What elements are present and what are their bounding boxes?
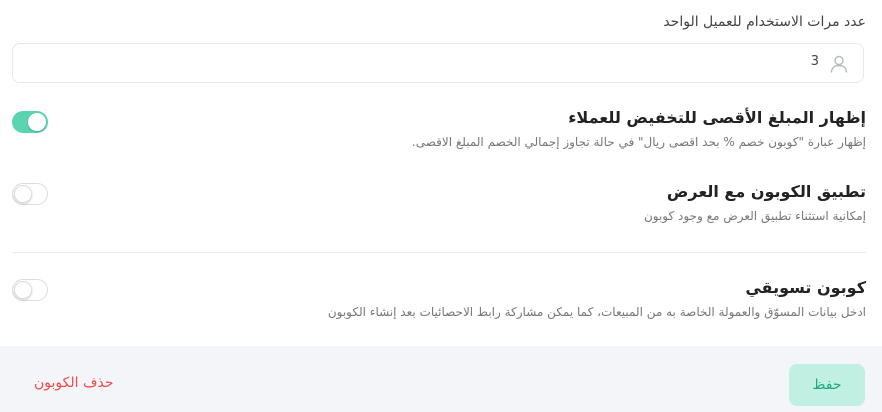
marketing-coupon-toggle[interactable]: [12, 279, 48, 301]
setting-description: ادخل بيانات المسوّق والعمولة الخاصة به م…: [327, 305, 866, 319]
setting-description: إظهار عبارة "كوبون خصم % بحد اقصى ريال" …: [411, 135, 866, 149]
setting-apply-coupon-with-offer: تطبيق الكوبون مع العرض إمكانية استثناء ت…: [644, 182, 866, 223]
setting-title: تطبيق الكوبون مع العرض: [666, 182, 866, 201]
toggle-knob: [14, 185, 32, 203]
show-max-discount-toggle[interactable]: [12, 111, 48, 133]
setting-title: إظهار المبلغ الأقصى للتخفيض للعملاء: [568, 108, 866, 127]
toggle-knob: [14, 281, 32, 299]
usage-limit-label: عدد مرات الاستخدام للعميل الواحد: [663, 14, 866, 30]
save-button[interactable]: حفظ: [789, 364, 865, 406]
user-icon: [830, 55, 848, 73]
setting-marketing-coupon: كوبون تسويقي ادخل بيانات المسوّق والعمول…: [328, 278, 866, 319]
setting-show-max-discount: إظهار المبلغ الأقصى للتخفيض للعملاء إظها…: [412, 108, 866, 149]
toggle-knob: [28, 113, 46, 131]
setting-title: كوبون تسويقي: [745, 278, 866, 297]
usage-limit-input[interactable]: 3: [12, 43, 864, 83]
footer-bar: حفظ حذف الكوبون: [0, 346, 882, 412]
usage-limit-value: 3: [810, 54, 819, 69]
setting-description: إمكانية استثناء تطبيق العرض مع وجود كوبو…: [643, 209, 866, 223]
apply-coupon-with-offer-toggle[interactable]: [12, 183, 48, 205]
section-divider: [12, 252, 866, 253]
delete-coupon-link[interactable]: حذف الكوبون: [34, 375, 114, 391]
